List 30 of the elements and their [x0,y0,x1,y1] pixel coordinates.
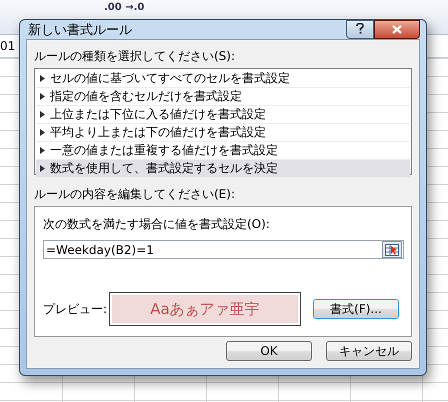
help-icon [356,22,364,34]
rule-type-item[interactable]: 数式を使用して、書式設定するセルを決定 [36,160,410,178]
cell-text: 01 [0,39,16,53]
rule-type-label: ルールの種類を選択してください(S): [34,48,236,65]
triangle-icon [40,147,45,154]
triangle-icon [40,165,45,172]
formula-label: 次の数式を満たす場合に値を書式設定(O): [43,216,271,233]
format-button[interactable]: 書式(F)... [313,299,399,319]
range-select-icon [385,244,399,256]
formula-field[interactable]: =Weekday(B2)=1 [43,240,404,259]
close-icon [392,25,402,34]
cancel-button[interactable]: キャンセル [326,341,412,361]
rule-type-item[interactable]: 一意の値または重複する値だけを書式設定 [36,142,410,160]
preview-sample: Aaあぁアァ亜宇 [109,292,301,326]
rule-type-item[interactable]: 平均より上または下の値だけを書式設定 [36,124,410,142]
preview-label: プレビュー: [43,300,108,318]
triangle-icon [40,111,45,118]
edit-rule-label: ルールの内容を編集してください(E): [34,186,236,203]
range-select-button[interactable] [382,241,402,258]
decimal-buttons[interactable]: .00 →.0 [104,2,144,13]
triangle-icon [40,129,45,136]
help-button[interactable] [346,20,374,39]
window-title: 新しい書式ルール [27,22,132,38]
close-button[interactable] [374,20,420,39]
rule-type-item[interactable]: 上位または下位に入る値だけを書式設定 [36,106,410,124]
ok-button[interactable]: OK [226,341,312,361]
triangle-icon [40,75,45,82]
rule-type-item[interactable]: 指定の値を含むセルだけを書式設定 [36,88,410,106]
rule-type-item[interactable]: セルの値に基づいてすべてのセルを書式設定 [36,70,410,88]
triangle-icon [40,93,45,100]
